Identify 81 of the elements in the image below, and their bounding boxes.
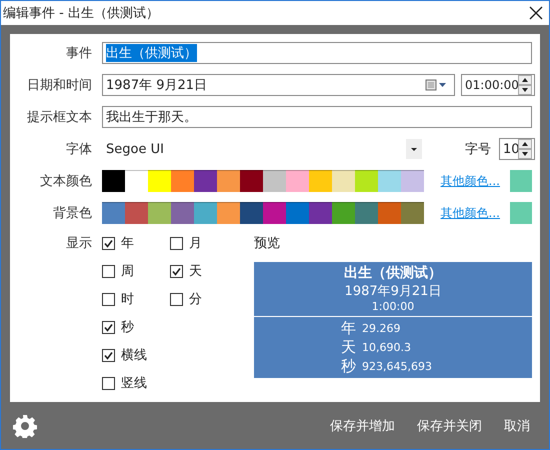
color-swatch[interactable] bbox=[263, 202, 286, 224]
preview-unit: 年 bbox=[340, 319, 356, 338]
color-swatch[interactable] bbox=[309, 202, 332, 224]
checkbox-label: 时 bbox=[121, 291, 134, 308]
preview-value: 10,690.3 bbox=[362, 341, 411, 354]
preview-value: 29.269 bbox=[362, 322, 400, 335]
preview-title: 出生（供测试） bbox=[344, 264, 442, 282]
color-swatch[interactable] bbox=[194, 202, 217, 224]
checkbox-label: 周 bbox=[121, 263, 134, 280]
checkbox-label: 月 bbox=[189, 235, 202, 252]
color-swatch[interactable] bbox=[286, 170, 309, 192]
dropdown-caret-icon[interactable] bbox=[406, 139, 422, 159]
checkbox-label: 年 bbox=[121, 235, 134, 252]
checkbox-label: 横线 bbox=[121, 347, 147, 364]
calendar-dropdown-icon[interactable] bbox=[425, 79, 449, 91]
preview-label: 预览 bbox=[254, 235, 281, 252]
color-swatch[interactable] bbox=[148, 202, 171, 224]
color-swatch[interactable] bbox=[171, 202, 194, 224]
font-label: 字体 bbox=[65, 141, 92, 158]
more-colors-link[interactable]: 其他颜色... bbox=[440, 204, 500, 222]
date-time-label: 日期和时间 bbox=[26, 77, 92, 94]
color-swatch[interactable] bbox=[401, 202, 424, 224]
checkbox[interactable] bbox=[102, 292, 115, 306]
color-swatch[interactable] bbox=[240, 202, 263, 224]
settings-icon[interactable] bbox=[13, 414, 37, 438]
footer-button[interactable]: 保存并增加 bbox=[324, 414, 401, 436]
custom-color-swatch[interactable] bbox=[510, 170, 532, 192]
spinner-arrows-icon[interactable] bbox=[518, 139, 532, 159]
footer-button[interactable]: 保存并关闭 bbox=[411, 414, 488, 436]
tooltip-label: 提示框文本 bbox=[26, 109, 92, 126]
tooltip-field[interactable]: 我出生于那天。 bbox=[102, 106, 532, 128]
preview-unit: 秒 bbox=[340, 357, 356, 376]
color-swatch[interactable] bbox=[102, 170, 125, 192]
color-swatch[interactable] bbox=[378, 202, 401, 224]
checkbox-label: 分 bbox=[189, 291, 202, 308]
checkbox-label: 秒 bbox=[121, 319, 134, 336]
color-swatch[interactable] bbox=[194, 170, 217, 192]
spinner-arrows-icon[interactable] bbox=[518, 75, 532, 95]
date-field[interactable]: 1987年 9月21日 bbox=[102, 74, 455, 96]
background-color-label: 背景色 bbox=[52, 205, 92, 222]
text-color-label: 文本颜色 bbox=[39, 173, 92, 190]
color-swatch[interactable] bbox=[148, 170, 171, 192]
checkbox[interactable] bbox=[102, 376, 115, 390]
checkbox[interactable] bbox=[102, 236, 115, 250]
color-swatch[interactable] bbox=[332, 170, 355, 192]
checkbox-label: 天 bbox=[189, 263, 202, 280]
color-swatch[interactable] bbox=[355, 170, 378, 192]
checkbox[interactable] bbox=[102, 320, 115, 334]
event-field[interactable]: 出生（供测试） bbox=[102, 42, 532, 64]
footer-button[interactable]: 取消 bbox=[498, 414, 536, 436]
color-swatch[interactable] bbox=[171, 170, 194, 192]
color-swatch[interactable] bbox=[378, 170, 401, 192]
checkbox[interactable] bbox=[170, 264, 183, 278]
display-label: 显示 bbox=[65, 235, 92, 252]
color-swatch[interactable] bbox=[286, 202, 309, 224]
font-dropdown[interactable]: Segoe UI bbox=[102, 142, 402, 156]
checkbox[interactable] bbox=[102, 264, 115, 278]
window-title: 编辑事件 - 出生（供测试） bbox=[3, 5, 159, 22]
checkbox[interactable] bbox=[170, 292, 183, 306]
color-swatch[interactable] bbox=[102, 202, 125, 224]
color-swatch[interactable] bbox=[125, 202, 148, 224]
close-icon[interactable] bbox=[529, 6, 543, 20]
color-swatch[interactable] bbox=[332, 202, 355, 224]
custom-color-swatch[interactable] bbox=[510, 202, 532, 224]
preview-value: 923,645,693 bbox=[362, 360, 432, 373]
preview-date: 1987年9月21日 bbox=[344, 283, 442, 300]
checkbox[interactable] bbox=[170, 236, 183, 250]
event-label: 事件 bbox=[65, 45, 92, 62]
color-swatch[interactable] bbox=[217, 202, 240, 224]
color-swatch[interactable] bbox=[263, 170, 286, 192]
preview-unit: 天 bbox=[340, 338, 356, 357]
font-size-label: 字号 bbox=[465, 141, 491, 158]
preview-time: 1:00:00 bbox=[372, 300, 414, 313]
color-swatch[interactable] bbox=[401, 170, 424, 192]
checkbox[interactable] bbox=[102, 348, 115, 362]
color-swatch[interactable] bbox=[240, 170, 263, 192]
more-colors-link[interactable]: 其他颜色... bbox=[440, 172, 500, 190]
color-swatch[interactable] bbox=[309, 170, 332, 192]
color-swatch[interactable] bbox=[355, 202, 378, 224]
checkbox-label: 竖线 bbox=[121, 375, 147, 392]
color-swatch[interactable] bbox=[217, 170, 240, 192]
